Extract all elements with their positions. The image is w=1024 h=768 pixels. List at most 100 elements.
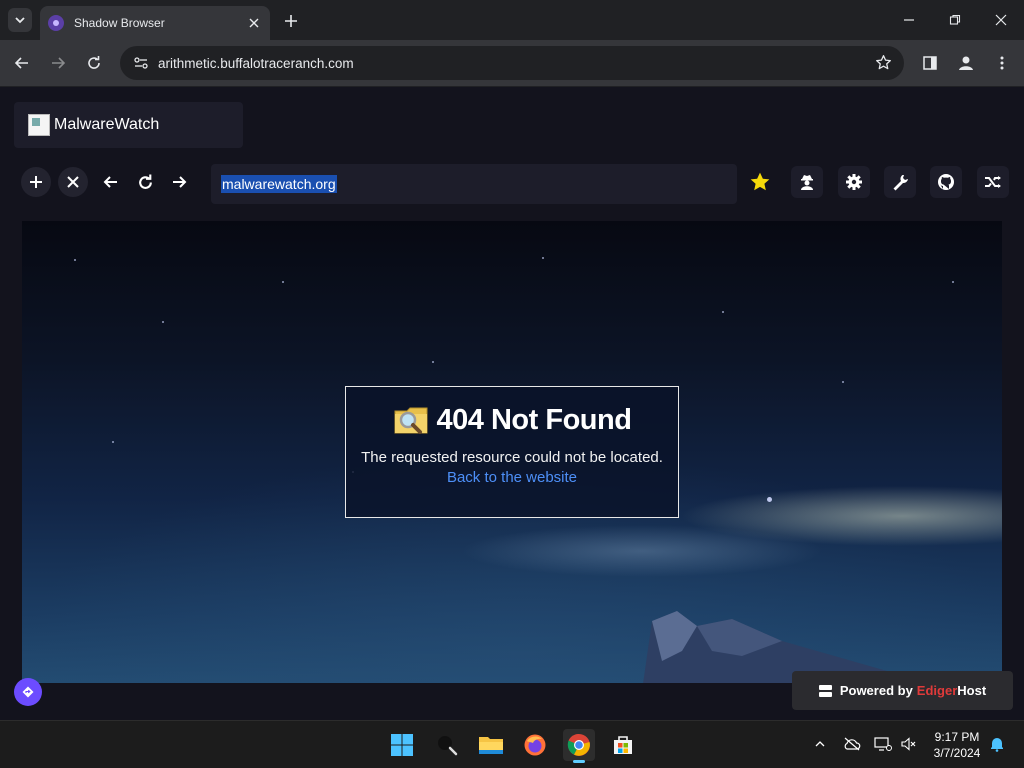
app-back-button[interactable] bbox=[96, 167, 126, 197]
error-title: 404 Not Found bbox=[436, 403, 632, 436]
error-dialog: 404 Not Found The requested resource cou… bbox=[345, 386, 679, 518]
app-url-input[interactable]: malwarewatch.org bbox=[211, 164, 737, 204]
floating-action-button[interactable] bbox=[14, 678, 42, 706]
network-icon bbox=[874, 737, 892, 751]
restore-icon bbox=[949, 14, 961, 25]
store-button[interactable] bbox=[607, 729, 639, 761]
magnifier-folder-icon bbox=[394, 407, 428, 434]
back-button[interactable] bbox=[8, 49, 36, 77]
broken-logo-image bbox=[28, 114, 50, 136]
arrow-right-icon bbox=[173, 176, 187, 188]
menu-button[interactable] bbox=[988, 49, 1016, 77]
random-button[interactable] bbox=[977, 166, 1009, 198]
host-name-white: Host bbox=[957, 683, 987, 698]
clock-time: 9:17 PM bbox=[934, 730, 980, 744]
arrow-left-icon bbox=[14, 57, 28, 69]
tab-search-button[interactable] bbox=[8, 8, 32, 32]
site-info-icon[interactable] bbox=[130, 52, 152, 74]
minimize-button[interactable] bbox=[886, 0, 932, 40]
chrome-icon bbox=[567, 733, 590, 756]
github-icon bbox=[938, 174, 954, 190]
app-forward-button[interactable] bbox=[164, 167, 194, 197]
windows-start-icon bbox=[391, 734, 413, 756]
shuffle-icon bbox=[985, 176, 1001, 188]
refresh-icon bbox=[138, 174, 152, 189]
app-reload-button[interactable] bbox=[130, 167, 160, 197]
page-viewport: MalwareWatch malwarewatch.org 404 Not Fo… bbox=[0, 87, 1024, 720]
taskbar-search-button[interactable] bbox=[431, 729, 463, 761]
microsoft-store-icon bbox=[614, 736, 632, 754]
reload-button[interactable] bbox=[80, 49, 108, 77]
favorite-button[interactable] bbox=[744, 166, 776, 198]
chrome-button[interactable] bbox=[563, 729, 595, 763]
file-explorer-icon bbox=[479, 737, 503, 754]
user-secret-icon bbox=[801, 175, 813, 190]
browser-tab[interactable]: Shadow Browser bbox=[40, 6, 270, 40]
new-tab-app-button[interactable] bbox=[21, 167, 51, 197]
network-tray-icon[interactable] bbox=[872, 733, 894, 755]
arrow-right-icon bbox=[52, 57, 66, 69]
host-name-red: Ediger bbox=[916, 683, 958, 698]
window-close-button[interactable] bbox=[978, 0, 1024, 40]
volume-muted-icon bbox=[901, 737, 916, 751]
onedrive-tray-icon[interactable] bbox=[841, 733, 863, 755]
shadow-favicon-icon bbox=[48, 15, 64, 31]
powered-by-badge[interactable]: Powered by Ediger Host bbox=[792, 671, 1013, 710]
volume-tray-icon[interactable] bbox=[898, 733, 920, 755]
clock-date: 3/7/2024 bbox=[933, 746, 981, 760]
minimize-icon bbox=[904, 19, 914, 21]
proxied-page-frame[interactable]: 404 Not Found The requested resource cou… bbox=[22, 221, 1002, 683]
firefox-button[interactable] bbox=[519, 729, 551, 761]
diamond-arrow-icon bbox=[22, 686, 34, 698]
back-to-website-link[interactable]: Back to the website bbox=[346, 469, 678, 486]
server-icon bbox=[818, 684, 832, 697]
settings-button[interactable] bbox=[838, 166, 870, 198]
search-icon bbox=[438, 736, 458, 756]
chevron-up-icon bbox=[815, 741, 825, 747]
tab-close-icon[interactable] bbox=[246, 15, 262, 31]
system-clock[interactable]: 9:17 PM 3/7/2024 bbox=[926, 729, 988, 761]
error-message: The requested resource could not be loca… bbox=[361, 449, 663, 466]
forward-button[interactable] bbox=[44, 49, 72, 77]
brand-name: MalwareWatch bbox=[54, 116, 160, 133]
wrench-icon bbox=[893, 175, 908, 191]
brand-header[interactable]: MalwareWatch bbox=[14, 102, 243, 148]
cloud-off-icon bbox=[844, 737, 861, 751]
windows-taskbar: 9:17 PM 3/7/2024 bbox=[0, 720, 1024, 768]
powered-by-label: Powered by bbox=[839, 683, 913, 698]
github-button[interactable] bbox=[930, 166, 962, 198]
gear-icon bbox=[846, 174, 862, 190]
side-panel-button[interactable] bbox=[916, 49, 944, 77]
incognito-button[interactable] bbox=[791, 166, 823, 198]
mountain-silhouette bbox=[643, 611, 938, 683]
start-button[interactable] bbox=[386, 729, 418, 761]
chevron-down-icon bbox=[15, 17, 25, 24]
profile-icon bbox=[959, 56, 973, 70]
new-tab-button[interactable] bbox=[280, 10, 302, 32]
address-bar[interactable]: arithmetic.buffalotraceranch.com bbox=[120, 46, 904, 80]
close-icon bbox=[67, 176, 79, 188]
app-url-value: malwarewatch.org bbox=[221, 175, 337, 193]
plus-icon bbox=[285, 15, 297, 27]
restore-button[interactable] bbox=[932, 0, 978, 40]
notifications-button[interactable] bbox=[986, 733, 1008, 755]
side-panel-icon bbox=[923, 56, 937, 70]
file-explorer-button[interactable] bbox=[475, 729, 507, 761]
bookmark-star-icon[interactable] bbox=[875, 54, 892, 76]
bell-icon bbox=[991, 738, 1003, 752]
refresh-icon bbox=[88, 56, 100, 69]
show-hidden-icons-button[interactable] bbox=[809, 733, 831, 755]
close-tab-app-button[interactable] bbox=[58, 167, 88, 197]
tab-title: Shadow Browser bbox=[74, 16, 165, 30]
close-icon bbox=[995, 14, 1007, 26]
plus-icon bbox=[30, 176, 42, 188]
profile-button[interactable] bbox=[952, 49, 980, 77]
tools-button[interactable] bbox=[884, 166, 916, 198]
tab-strip: Shadow Browser bbox=[0, 0, 1024, 40]
star-icon bbox=[750, 172, 770, 191]
arrow-left-icon bbox=[103, 176, 117, 188]
address-url: arithmetic.buffalotraceranch.com bbox=[158, 55, 354, 71]
browser-toolbar: arithmetic.buffalotraceranch.com bbox=[0, 40, 1024, 86]
kebab-menu-icon bbox=[1000, 56, 1004, 70]
firefox-icon bbox=[524, 734, 546, 756]
